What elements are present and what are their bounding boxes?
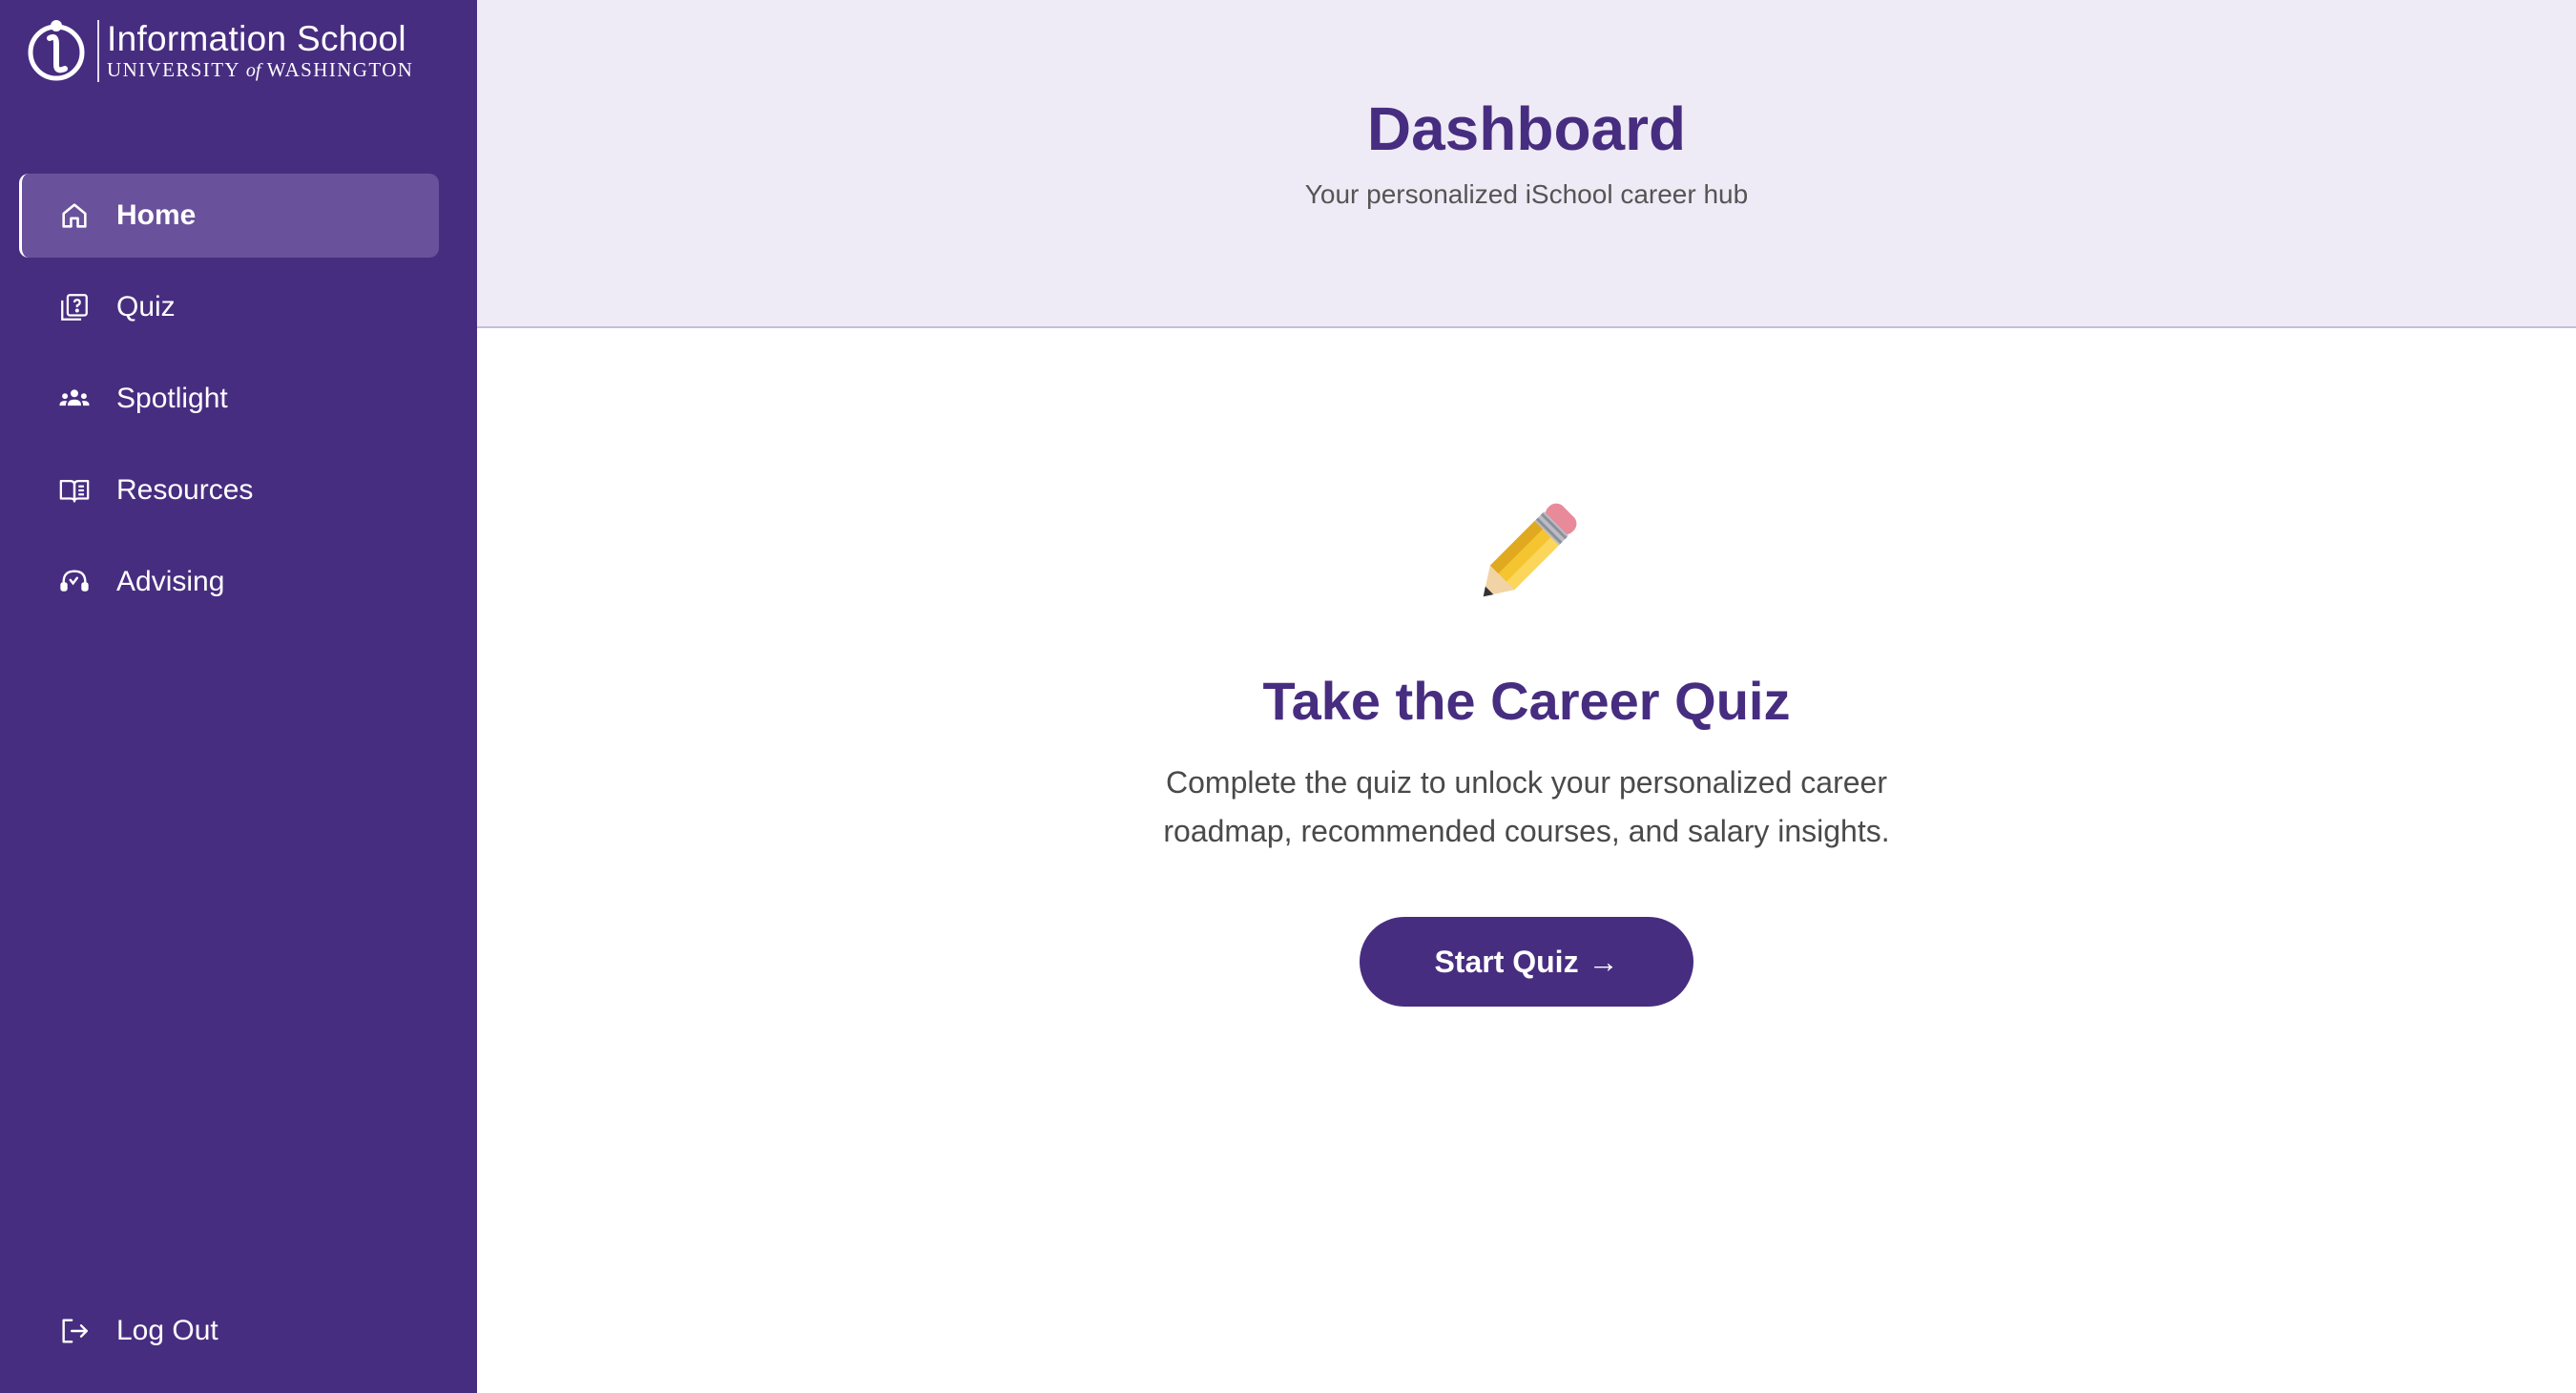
career-quiz-card: Take the Career Quiz Complete the quiz t… xyxy=(477,487,2576,1007)
quiz-title: Take the Career Quiz xyxy=(1262,671,1791,731)
page-header: Dashboard Your personalized iSchool care… xyxy=(477,0,2576,328)
sidebar-item-resources[interactable]: Resources xyxy=(19,448,439,532)
start-quiz-label: Start Quiz xyxy=(1434,944,1579,979)
page-title: Dashboard xyxy=(1366,94,1687,163)
logout-label: Log Out xyxy=(116,1315,218,1346)
pencil-icon xyxy=(1483,503,1577,597)
ischool-logo-icon xyxy=(28,20,85,81)
main-content: Dashboard Your personalized iSchool care… xyxy=(477,0,2576,1393)
headset-icon xyxy=(57,565,92,599)
sidebar-item-quiz[interactable]: Quiz xyxy=(19,265,439,349)
page-subtitle: Your personalized iSchool career hub xyxy=(1304,179,1749,209)
arrow-right-icon: → xyxy=(1588,944,1619,979)
logout-icon xyxy=(57,1314,92,1348)
ischool-logo[interactable]: Information School UNIVERSITY of WASHING… xyxy=(25,15,413,86)
sidebar: Information School UNIVERSITY of WASHING… xyxy=(0,0,477,1393)
sidebar-nav: Home Quiz Spotlight Resources Advising xyxy=(19,174,439,632)
quiz-icon xyxy=(57,290,92,324)
sidebar-item-label: Resources xyxy=(116,474,254,506)
sidebar-item-label: Home xyxy=(116,199,197,231)
sidebar-item-spotlight[interactable]: Spotlight xyxy=(19,357,439,441)
logout-button[interactable]: Log Out xyxy=(19,1290,439,1372)
home-icon xyxy=(57,198,92,233)
sidebar-item-advising[interactable]: Advising xyxy=(19,540,439,624)
logo-subtitle-of: of xyxy=(245,59,261,81)
logo-subtitle-washington: WASHINGTON xyxy=(266,57,414,81)
logo-text: Information School UNIVERSITY of WASHING… xyxy=(97,18,413,82)
start-quiz-button[interactable]: Start Quiz → xyxy=(1360,917,1693,1007)
book-icon xyxy=(57,473,92,508)
quiz-description: Complete the quiz to unlock your persona… xyxy=(1163,765,1890,848)
logo-title: Information School xyxy=(107,18,406,58)
sidebar-item-label: Spotlight xyxy=(116,383,228,414)
people-icon xyxy=(57,382,92,416)
sidebar-item-home[interactable]: Home xyxy=(19,174,439,258)
app-window: Information School UNIVERSITY of WASHING… xyxy=(0,0,2576,1393)
logo-subtitle: UNIVERSITY of WASHINGTON xyxy=(107,58,413,82)
sidebar-item-label: Advising xyxy=(116,566,225,597)
sidebar-item-label: Quiz xyxy=(116,291,176,322)
logo-subtitle-university: UNIVERSITY xyxy=(107,57,240,81)
